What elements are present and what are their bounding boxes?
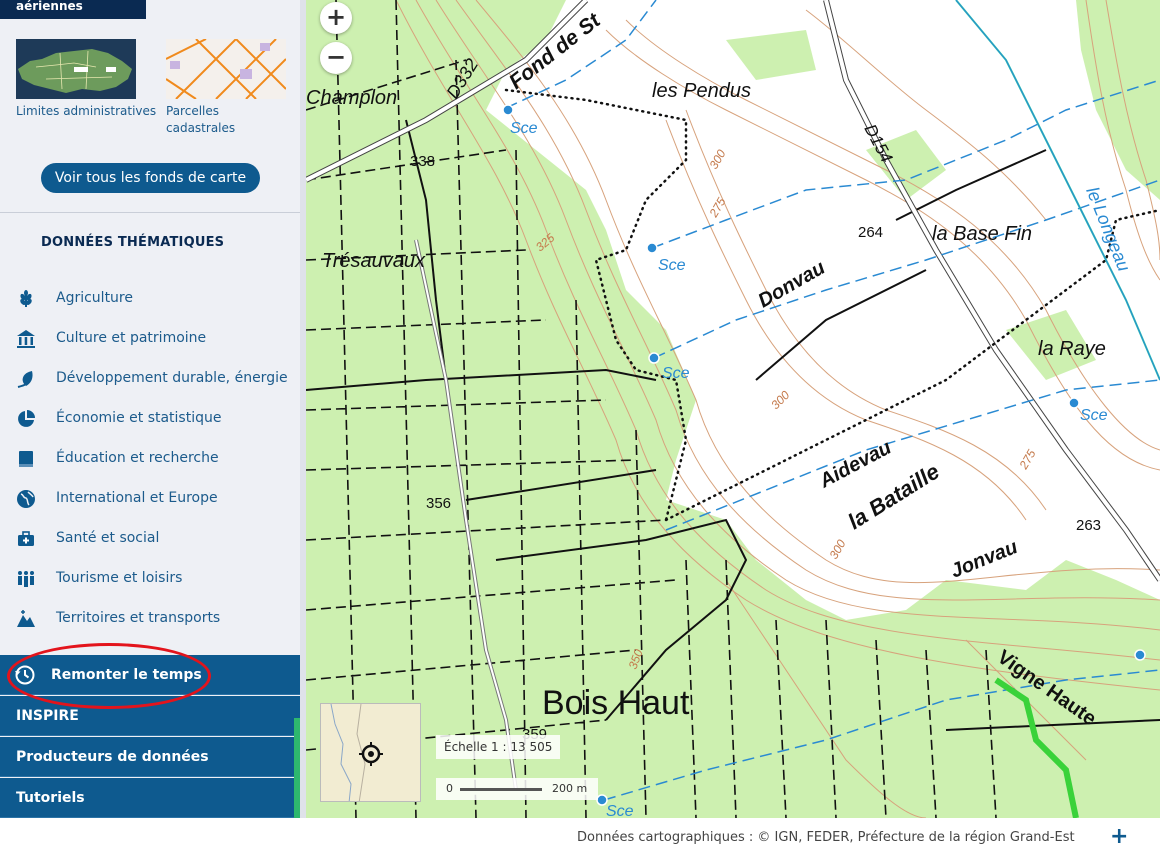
thematic-item-health[interactable]: Santé et social xyxy=(0,525,300,565)
thematic-item-label: Éducation et recherche xyxy=(56,450,219,466)
expand-attribution-button[interactable]: + xyxy=(1110,824,1128,849)
label-alt-263: 263 xyxy=(1076,517,1101,534)
medical-kit-icon xyxy=(18,531,34,546)
overview-map-graphic xyxy=(330,704,383,801)
thematic-item-label: Économie et statistique xyxy=(56,410,222,426)
thematic-item-agriculture[interactable]: Agriculture xyxy=(0,285,300,325)
producers-label: Producteurs de données xyxy=(16,749,209,765)
all-backgrounds-button[interactable]: Voir tous les fonds de carte xyxy=(41,163,260,193)
thematic-item-label: Développement durable, énergie xyxy=(56,370,288,386)
label-champlon: Champlon xyxy=(306,87,397,109)
cadastral-parcels-label[interactable]: Parcelles cadastrales xyxy=(166,103,246,137)
sidebar: aériennes Limites administratives Parcel… xyxy=(0,0,306,818)
scale-label: Échelle 1 : xyxy=(444,740,507,754)
label-contour-275b: 275 xyxy=(1016,447,1039,472)
red-highlight-circle xyxy=(7,643,211,709)
thematic-item-economy[interactable]: Économie et statistique xyxy=(0,405,300,445)
book-icon xyxy=(19,451,33,467)
label-contour-300: 300 xyxy=(706,147,728,172)
footer: Données cartographiques : © IGN, FEDER, … xyxy=(0,818,1160,852)
tutorials-label: Tutoriels xyxy=(16,790,85,806)
label-contour-300c: 300 xyxy=(826,537,848,562)
app: aériennes Limites administratives Parcel… xyxy=(0,0,1160,852)
zoom-in-button[interactable]: + xyxy=(320,2,352,34)
label-les-pendus: les Pendus xyxy=(652,80,751,102)
wheat-icon xyxy=(20,290,32,307)
thematic-item-tourism[interactable]: Tourisme et loisirs xyxy=(0,565,300,605)
thematic-item-culture[interactable]: Culture et patrimoine xyxy=(0,325,300,365)
thematic-item-international[interactable]: International et Europe xyxy=(0,485,300,525)
thematic-item-sustainability[interactable]: Développement durable, énergie xyxy=(0,365,300,405)
label-alt-356: 356 xyxy=(426,495,451,512)
thematic-data-title: DONNÉES THÉMATIQUES xyxy=(41,235,225,250)
label-sce-3: Sce xyxy=(662,365,690,382)
cadastral-map-icon xyxy=(166,39,286,99)
aerial-photos-title[interactable]: aériennes xyxy=(0,0,146,19)
thematic-item-label: Tourisme et loisirs xyxy=(56,570,183,586)
leaf-icon xyxy=(17,371,33,388)
attribution-text: Données cartographiques : © IGN, FEDER, … xyxy=(577,830,1075,845)
label-sce-2: Sce xyxy=(658,257,686,274)
label-sce-4: Sce xyxy=(1080,407,1108,424)
thematic-item-territories[interactable]: Territoires et transports xyxy=(0,605,300,645)
thematic-item-label: Culture et patrimoine xyxy=(56,330,207,346)
producers-nav-item[interactable]: Producteurs de données xyxy=(0,737,306,777)
label-contour-275: 275 xyxy=(706,195,729,220)
label-bois-haut: Bois Haut xyxy=(542,684,690,722)
label-donvau: Donvau xyxy=(755,257,830,313)
label-la-raye: la Raye xyxy=(1038,338,1106,360)
label-alt-264: 264 xyxy=(858,224,883,241)
museum-icon xyxy=(17,330,35,348)
terrain-icon xyxy=(17,610,35,627)
thematic-item-label: Agriculture xyxy=(56,290,133,306)
topographic-map[interactable]: Champlon D332 Fond de St les Pendus D154… xyxy=(306,0,1160,818)
scalebar-line xyxy=(460,788,542,791)
scale-bar: 0 200 m xyxy=(436,778,598,800)
label-sce-1: Sce xyxy=(510,120,538,137)
label-aidevau: Aidevau xyxy=(815,436,895,492)
people-icon xyxy=(18,571,34,587)
admin-limits-thumbnail[interactable] xyxy=(16,39,136,99)
thematic-item-label: International et Europe xyxy=(56,490,218,506)
thematic-item-label: Territoires et transports xyxy=(56,610,221,626)
label-base-fin: la Base Fin xyxy=(932,223,1032,245)
label-alt-338: 338 xyxy=(410,153,435,170)
label-sce-5: Sce xyxy=(606,803,634,818)
label-tresauvaux: Trésauvaux xyxy=(322,250,426,272)
scalebar-start: 0 xyxy=(446,782,453,795)
admin-limits-label[interactable]: Limites administratives xyxy=(16,103,156,120)
zoom-out-button[interactable]: − xyxy=(320,42,352,74)
scale-value: 13 505 xyxy=(510,740,553,754)
scale-display: Échelle 1 : 13 505 xyxy=(436,735,561,759)
inspire-label: INSPIRE xyxy=(16,708,79,724)
globe-icon xyxy=(17,490,35,508)
overview-minimap[interactable] xyxy=(320,703,421,802)
admin-limits-map-icon xyxy=(16,39,136,99)
thematic-item-education[interactable]: Éducation et recherche xyxy=(0,445,300,485)
tutorials-nav-item[interactable]: Tutoriels xyxy=(0,778,306,818)
label-contour-300b: 300 xyxy=(768,388,792,412)
pie-chart-icon xyxy=(18,410,35,427)
cadastral-parcels-thumbnail[interactable] xyxy=(166,39,286,99)
divider xyxy=(0,212,300,213)
scalebar-end: 200 m xyxy=(552,782,588,795)
thematic-item-label: Santé et social xyxy=(56,530,160,546)
map-view[interactable]: Champlon D332 Fond de St les Pendus D154… xyxy=(306,0,1160,818)
